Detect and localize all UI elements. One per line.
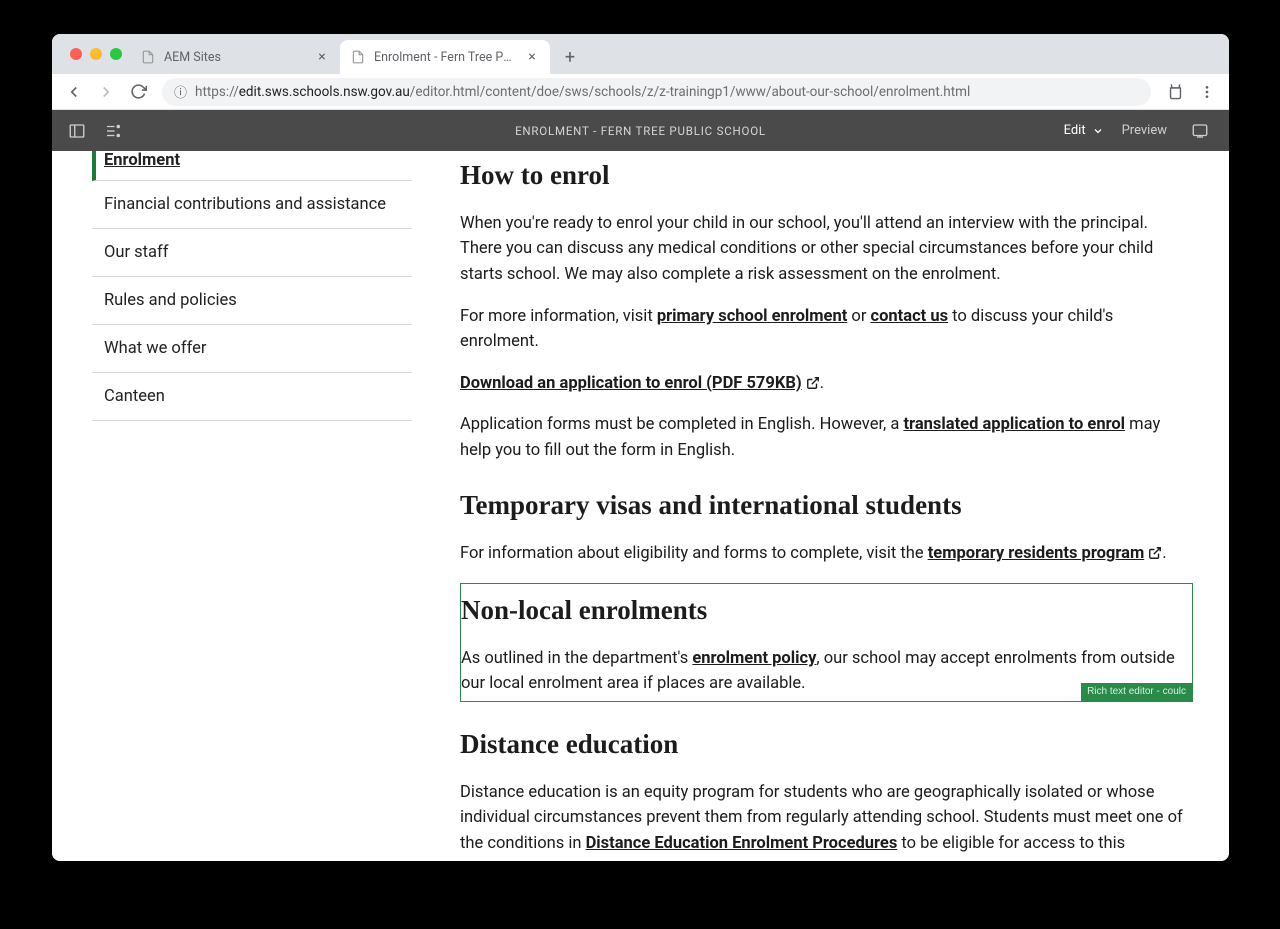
paragraph: Download an application to enrol (PDF 57… <box>460 371 1193 397</box>
sidebar-item-offer[interactable]: What we offer <box>92 325 412 373</box>
menu-button[interactable] <box>1193 78 1221 106</box>
editor-content: Enrolment Financial contributions and as… <box>52 151 1229 861</box>
link-enrolment-policy[interactable]: enrolment policy <box>692 649 816 668</box>
paragraph: Distance education is an equity program … <box>460 780 1193 861</box>
link-contact-us[interactable]: contact us <box>871 307 949 326</box>
sidebar-item-canteen[interactable]: Canteen <box>92 373 412 421</box>
external-link-icon <box>1148 541 1162 567</box>
window-controls <box>62 34 130 74</box>
link-translated-application[interactable]: translated application to enrol <box>903 415 1125 434</box>
heading-how-to-enrol: How to enrol <box>460 155 1193 197</box>
tab-title: AEM Sites <box>164 50 306 65</box>
edit-mode-dropdown[interactable]: Edit <box>1064 123 1104 138</box>
url-input[interactable]: ⓘ https://edit.sws.schools.nsw.gov.au/ed… <box>162 78 1151 106</box>
new-tab-button[interactable]: + <box>556 43 584 71</box>
address-bar: ⓘ https://edit.sws.schools.nsw.gov.au/ed… <box>52 74 1229 110</box>
preview-button[interactable]: Preview <box>1122 123 1167 138</box>
selected-component[interactable]: Non-local enrolments As outlined in the … <box>460 583 1193 702</box>
close-tab-button[interactable]: × <box>314 49 330 65</box>
link-download-application[interactable]: Download an application to enrol (PDF 57… <box>460 374 820 393</box>
back-button[interactable] <box>60 78 88 106</box>
maximize-window-button[interactable] <box>110 48 122 60</box>
link-distance-procedures[interactable]: Distance Education Enrolment Procedures <box>586 834 898 853</box>
tab-aem-sites[interactable]: AEM Sites × <box>130 40 340 74</box>
file-icon <box>350 49 366 65</box>
editor-page-title: ENROLMENT - FERN TREE PUBLIC SCHOOL <box>52 124 1229 138</box>
sidebar-item-staff[interactable]: Our staff <box>92 229 412 277</box>
sidebar-item-rules[interactable]: Rules and policies <box>92 277 412 325</box>
external-link-icon <box>806 371 820 397</box>
extensions-button[interactable] <box>1161 78 1189 106</box>
url-text: https://edit.sws.schools.nsw.gov.au/edit… <box>195 84 970 100</box>
heading-non-local: Non-local enrolments <box>461 590 1192 632</box>
tab-enrolment[interactable]: Enrolment - Fern Tree Public S × <box>340 40 550 74</box>
site-info-icon[interactable]: ⓘ <box>174 82 187 101</box>
component-type-label: Rich text editor - coulc <box>1081 683 1192 701</box>
file-icon <box>140 49 156 65</box>
reload-button[interactable] <box>124 78 152 106</box>
link-primary-enrolment[interactable]: primary school enrolment <box>657 307 848 326</box>
sidebar-item-financial[interactable]: Financial contributions and assistance <box>92 181 412 229</box>
side-panel-toggle[interactable] <box>62 116 92 146</box>
tab-title: Enrolment - Fern Tree Public S <box>374 50 516 65</box>
paragraph: Application forms must be completed in E… <box>460 412 1193 463</box>
annotate-button[interactable] <box>1185 116 1215 146</box>
minimize-window-button[interactable] <box>90 48 102 60</box>
edit-label: Edit <box>1064 123 1086 138</box>
close-tab-button[interactable]: × <box>524 49 540 65</box>
tab-bar: AEM Sites × Enrolment - Fern Tree Public… <box>52 34 1229 74</box>
link-temporary-residents[interactable]: temporary residents program <box>928 544 1163 563</box>
sidebar-item-enrolment[interactable]: Enrolment <box>92 151 412 181</box>
heading-temporary-visas: Temporary visas and international studen… <box>460 485 1193 527</box>
page-info-button[interactable] <box>98 116 128 146</box>
paragraph: For more information, visit primary scho… <box>460 304 1193 355</box>
close-window-button[interactable] <box>70 48 82 60</box>
paragraph: For information about eligibility and fo… <box>460 541 1193 567</box>
editor-toolbar: ENROLMENT - FERN TREE PUBLIC SCHOOL Edit… <box>52 110 1229 151</box>
chevron-down-icon <box>1092 125 1104 137</box>
main-content[interactable]: How to enrol When you're ready to enrol … <box>412 151 1229 861</box>
browser-window: AEM Sites × Enrolment - Fern Tree Public… <box>52 34 1229 861</box>
forward-button[interactable] <box>92 78 120 106</box>
side-nav: Enrolment Financial contributions and as… <box>52 151 412 861</box>
paragraph: When you're ready to enrol your child in… <box>460 211 1193 288</box>
heading-distance-education: Distance education <box>460 724 1193 766</box>
